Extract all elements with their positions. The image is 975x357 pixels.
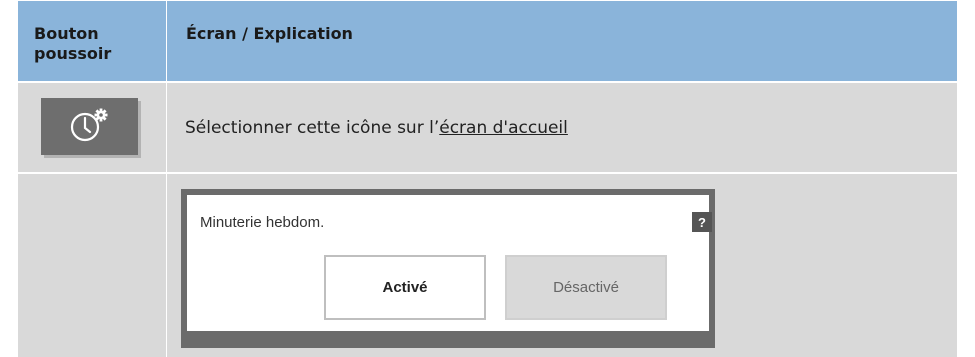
screen-title: Minuterie hebdom.: [200, 214, 325, 231]
help-button[interactable]: ?: [692, 212, 712, 232]
enabled-button[interactable]: Activé: [324, 255, 486, 320]
column-divider: [166, 1, 167, 357]
instruction-table: Bouton poussoir Écran / Explication Séle: [18, 1, 957, 357]
clock-settings-icon: [68, 105, 112, 149]
header-screen-explanation: Écran / Explication: [186, 24, 353, 43]
device-screen: Minuterie hebdom. ? Activé Désactivé: [181, 189, 715, 348]
home-screen-link[interactable]: écran d'accueil: [439, 118, 568, 138]
weekly-timer-panel: Minuterie hebdom. ? Activé Désactivé: [187, 195, 712, 331]
disabled-button[interactable]: Désactivé: [505, 255, 667, 320]
table-header-row: Bouton poussoir Écran / Explication: [18, 1, 957, 81]
instruction-text: Sélectionner cette icône sur l’écran d'a…: [185, 117, 568, 139]
row-divider: [18, 172, 957, 174]
instruction-prefix: Sélectionner cette icône sur l’: [185, 118, 440, 138]
row-divider: [18, 81, 957, 83]
header-push-button: Bouton poussoir: [34, 24, 112, 63]
clock-settings-button[interactable]: [41, 98, 138, 155]
